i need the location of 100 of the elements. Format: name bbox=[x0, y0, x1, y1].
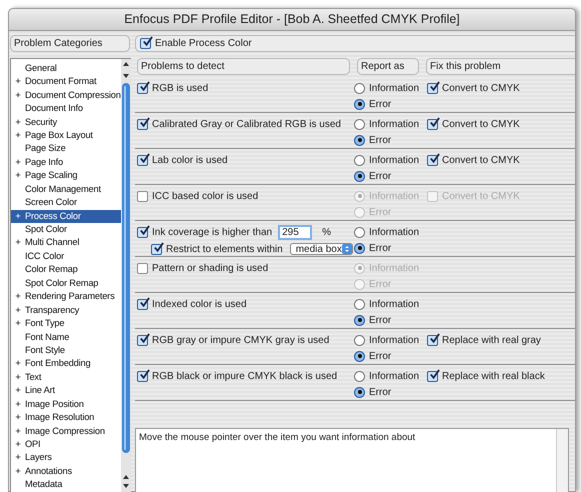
checkbox[interactable] bbox=[137, 335, 148, 346]
category-item[interactable]: Spot Color bbox=[11, 223, 121, 237]
report-option: Information bbox=[369, 368, 420, 384]
radio-button[interactable] bbox=[354, 98, 365, 110]
checkbox[interactable] bbox=[151, 244, 162, 254]
fix-label: Replace with real black bbox=[442, 370, 545, 384]
column-header: Report as bbox=[357, 58, 419, 75]
scrollbar-track[interactable] bbox=[556, 429, 568, 492]
checkmark-icon bbox=[429, 80, 440, 92]
category-item[interactable]: + Transparency bbox=[11, 304, 121, 318]
radio-button[interactable] bbox=[354, 314, 365, 326]
checkbox[interactable] bbox=[427, 370, 438, 382]
fix-label: Convert to CMYK bbox=[442, 118, 520, 132]
radio-button[interactable] bbox=[354, 134, 365, 146]
checkmark-icon bbox=[139, 297, 150, 308]
radio-button[interactable] bbox=[354, 118, 365, 130]
report-option: Error bbox=[369, 168, 392, 184]
checkbox[interactable] bbox=[427, 118, 438, 130]
radio-button[interactable] bbox=[354, 154, 365, 166]
report-option: Error bbox=[369, 204, 392, 220]
problem-label: Indexed color is used bbox=[152, 298, 247, 312]
checkbox[interactable] bbox=[427, 82, 438, 94]
problem-label: RGB black or impure CMYK black is used bbox=[152, 370, 338, 384]
radio-button[interactable] bbox=[354, 226, 365, 238]
radio-button[interactable] bbox=[354, 370, 365, 382]
restrict-label: Restrict to elements within bbox=[166, 242, 283, 256]
category-item[interactable]: Color Remap bbox=[11, 264, 121, 277]
category-item[interactable]: Color Management bbox=[11, 182, 121, 196]
scrollbar[interactable] bbox=[120, 59, 131, 492]
radio-button[interactable] bbox=[354, 350, 365, 362]
category-item[interactable]: + Process Color bbox=[11, 210, 121, 224]
checkbox[interactable] bbox=[137, 371, 148, 382]
checkmark-icon bbox=[153, 242, 164, 252]
report-option: Information bbox=[369, 224, 420, 240]
category-item[interactable]: + OPI bbox=[11, 438, 121, 452]
checkmark-icon bbox=[429, 368, 440, 380]
box-dropdown[interactable]: media box bbox=[290, 243, 353, 255]
checkmark-icon bbox=[139, 369, 150, 380]
radio-button[interactable] bbox=[354, 298, 365, 310]
problem-label: Pattern or shading is used bbox=[152, 262, 268, 276]
problem-label: RGB gray or impure CMYK gray is used bbox=[152, 334, 330, 348]
report-option: Error bbox=[369, 276, 392, 292]
category-item[interactable]: + Image Compression bbox=[11, 424, 121, 438]
category-item[interactable]: Page Size bbox=[11, 142, 121, 156]
fix-label: Convert to CMYK bbox=[442, 154, 520, 168]
category-item[interactable]: + Page Info bbox=[11, 156, 121, 170]
category-item[interactable]: Spot Color Remap bbox=[11, 277, 121, 290]
radio-button[interactable] bbox=[354, 242, 365, 254]
checkbox[interactable] bbox=[140, 38, 151, 49]
category-item[interactable]: + Font Type bbox=[11, 317, 121, 331]
column-header: Fix this problem bbox=[426, 58, 575, 75]
category-item[interactable]: + Multi Channel bbox=[11, 236, 121, 250]
report-option: Error bbox=[369, 132, 392, 148]
category-item[interactable]: Font Name bbox=[11, 330, 121, 344]
category-item[interactable]: Screen Color bbox=[11, 196, 121, 210]
problem-label: RGB is used bbox=[152, 82, 208, 96]
checkbox[interactable] bbox=[427, 334, 438, 346]
category-item[interactable]: + Font Embedding bbox=[11, 358, 121, 372]
checkbox[interactable] bbox=[137, 155, 148, 166]
report-option: Information bbox=[369, 116, 420, 132]
category-item[interactable]: General bbox=[11, 62, 121, 76]
category-item[interactable]: + Layers bbox=[11, 452, 121, 466]
category-item[interactable]: + Annotations bbox=[11, 465, 121, 479]
report-option: Information bbox=[369, 296, 420, 312]
category-item[interactable]: + Rendering Parameters bbox=[11, 290, 121, 304]
category-item[interactable]: + Security bbox=[11, 116, 121, 130]
checkmark-icon bbox=[429, 332, 440, 344]
checkmark-icon bbox=[429, 152, 440, 164]
report-option: Information bbox=[369, 80, 420, 96]
fix-label: Replace with real gray bbox=[442, 334, 541, 348]
checkbox[interactable] bbox=[137, 119, 148, 130]
checkbox[interactable] bbox=[137, 227, 148, 238]
category-item[interactable]: + Document Format bbox=[11, 75, 121, 89]
radio-button[interactable] bbox=[354, 334, 365, 346]
checkbox[interactable] bbox=[137, 263, 148, 274]
checkmark-icon bbox=[139, 333, 150, 344]
radio-button[interactable] bbox=[354, 170, 365, 182]
category-item[interactable]: Document Info bbox=[11, 102, 121, 116]
report-option: Information bbox=[369, 188, 420, 204]
window-title: Enfocus PDF Profile Editor - [Bob A. Sheetfed CMYK Profile] bbox=[124, 11, 460, 28]
category-item[interactable]: + Page Box Layout bbox=[11, 129, 121, 143]
category-item[interactable]: Metadata bbox=[11, 478, 121, 492]
category-item[interactable]: + Line Art bbox=[11, 384, 121, 398]
category-item[interactable]: + Page Scaling bbox=[11, 170, 121, 183]
report-option: Error bbox=[369, 240, 392, 256]
checkbox[interactable] bbox=[137, 299, 148, 310]
checkbox[interactable] bbox=[137, 83, 148, 94]
category-item[interactable]: Font Style bbox=[11, 344, 121, 358]
category-item[interactable]: + Document Compression bbox=[11, 88, 121, 102]
checkbox[interactable] bbox=[427, 154, 438, 166]
radio-button[interactable] bbox=[354, 82, 365, 94]
category-item[interactable]: + Image Position bbox=[11, 398, 121, 412]
checkbox[interactable] bbox=[137, 191, 148, 202]
report-option: Error bbox=[369, 96, 392, 112]
category-item[interactable]: + Text bbox=[11, 371, 121, 384]
category-item[interactable]: ICC Color bbox=[11, 250, 121, 264]
threshold-field[interactable]: 295 bbox=[278, 225, 312, 240]
radio-button[interactable] bbox=[354, 386, 365, 398]
category-item[interactable]: + Image Resolution bbox=[11, 411, 121, 425]
report-option: Information bbox=[369, 260, 420, 276]
